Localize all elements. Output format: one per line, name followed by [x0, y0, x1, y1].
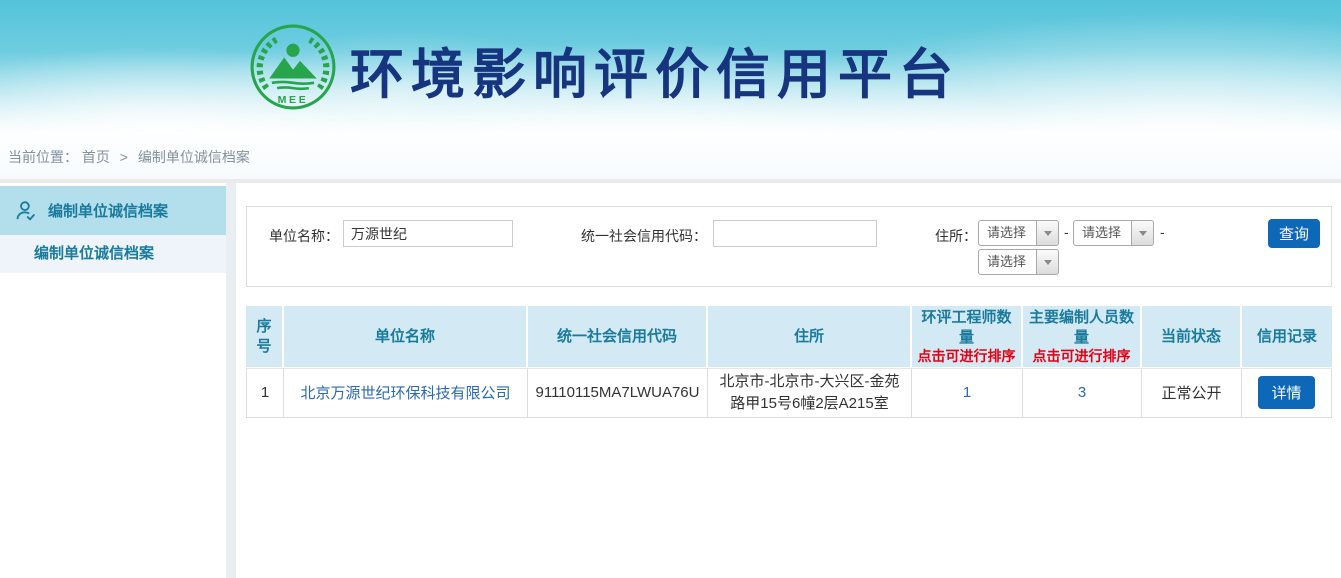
detail-button[interactable]: 详情 — [1258, 376, 1314, 409]
cell-company-name: 北京万源世纪环保科技有限公司 — [284, 368, 528, 418]
content-layout: 编制单位诚信档案 编制单位诚信档案 单位名称： 统一社会信用代码： 住所： 请选… — [0, 183, 1341, 578]
col-header-credit-record: 信用记录 — [1242, 306, 1332, 368]
col-header-engineer-count-label: 环评工程师数量 — [921, 309, 1011, 346]
col-header-engineer-count-sort[interactable]: 环评工程师数量 点击可进行排序 — [912, 306, 1023, 368]
sidebar-item-unit-credit-archive[interactable]: 编制单位诚信档案 — [0, 186, 226, 235]
sort-hint: 点击可进行排序 — [1027, 347, 1136, 365]
province-select-value: 请选择 — [978, 220, 1037, 246]
province-select-arrow-button[interactable] — [1036, 220, 1059, 246]
mee-logo: MEE — [249, 23, 337, 111]
unit-name-input[interactable] — [343, 220, 513, 247]
province-select[interactable]: 请选择 — [978, 220, 1059, 246]
sort-hint: 点击可进行排序 — [916, 347, 1017, 365]
address-dash-2: - — [1160, 224, 1165, 240]
city-select-value: 请选择 — [1073, 220, 1132, 246]
breadcrumb-current: 编制单位诚信档案 — [138, 149, 250, 165]
breadcrumb-prefix: 当前位置： — [8, 149, 78, 165]
col-header-company-name: 单位名称 — [284, 306, 528, 368]
search-panel: 单位名称： 统一社会信用代码： 住所： 请选择 - 请选择 - 请选择 — [246, 206, 1332, 287]
col-header-staff-count-label: 主要编制人员数量 — [1029, 309, 1134, 346]
sidebar-item-label: 编制单位诚信档案 — [48, 200, 168, 221]
sidebar-subitem-unit-credit-archive[interactable]: 编制单位诚信档案 — [0, 235, 226, 273]
breadcrumb-home-link[interactable]: 首页 — [82, 149, 110, 165]
city-select[interactable]: 请选择 — [1073, 220, 1154, 246]
district-select-value: 请选择 — [978, 249, 1037, 275]
col-header-address: 住所 — [708, 306, 912, 368]
main-content: 单位名称： 统一社会信用代码： 住所： 请选择 - 请选择 - 请选择 — [236, 183, 1332, 578]
cell-status: 正常公开 — [1142, 368, 1242, 418]
svg-text:MEE: MEE — [278, 94, 309, 106]
chevron-down-icon — [1044, 231, 1052, 236]
staff-count-link[interactable]: 3 — [1078, 384, 1086, 401]
col-header-index: 序号 — [246, 306, 284, 368]
credit-code-label: 统一社会信用代码： — [543, 226, 707, 246]
col-header-status: 当前状态 — [1142, 306, 1242, 368]
col-header-credit-code: 统一社会信用代码 — [528, 306, 708, 368]
district-select[interactable]: 请选择 — [978, 249, 1059, 275]
cell-credit-record: 详情 — [1242, 368, 1332, 418]
chevron-down-icon — [1139, 231, 1147, 236]
district-select-arrow-button[interactable] — [1036, 249, 1059, 275]
results-table: 序号 单位名称 统一社会信用代码 住所 环评工程师数量 点击可进行排序 主要编制… — [246, 306, 1332, 418]
engineer-count-link[interactable]: 1 — [963, 384, 971, 401]
breadcrumb: 当前位置： 首页 > 编制单位诚信档案 — [0, 135, 1341, 179]
col-header-staff-count-sort[interactable]: 主要编制人员数量 点击可进行排序 — [1023, 306, 1142, 368]
sidebar: 编制单位诚信档案 编制单位诚信档案 — [0, 183, 226, 578]
company-name-link[interactable]: 北京万源世纪环保科技有限公司 — [300, 385, 510, 402]
address-dash-1: - — [1064, 224, 1069, 240]
address-label: 住所： — [887, 226, 977, 246]
chevron-down-icon — [1044, 260, 1052, 265]
cell-engineer-count: 1 — [912, 368, 1023, 418]
page-title: 环境影响评价信用平台 — [350, 30, 960, 109]
breadcrumb-separator: > — [120, 149, 128, 165]
sidebar-divider — [226, 183, 236, 578]
cell-credit-code: 91110115MA7LWUA76U — [528, 368, 708, 418]
city-select-arrow-button[interactable] — [1131, 220, 1154, 246]
cell-index: 1 — [246, 368, 284, 418]
user-check-icon — [12, 197, 40, 225]
search-button[interactable]: 查询 — [1268, 219, 1320, 248]
site-header: MEE 环境影响评价信用平台 — [0, 0, 1341, 135]
table-header-row: 序号 单位名称 统一社会信用代码 住所 环评工程师数量 点击可进行排序 主要编制… — [246, 306, 1332, 368]
mee-logo-icon: MEE — [249, 23, 337, 111]
cell-address: 北京市-北京市-大兴区-金苑路甲15号6幢2层A215室 — [708, 368, 912, 418]
credit-code-input[interactable] — [713, 220, 877, 247]
table-row: 1 北京万源世纪环保科技有限公司 91110115MA7LWUA76U 北京市-… — [246, 368, 1332, 418]
unit-name-label: 单位名称： — [247, 226, 339, 246]
cell-staff-count: 3 — [1023, 368, 1142, 418]
